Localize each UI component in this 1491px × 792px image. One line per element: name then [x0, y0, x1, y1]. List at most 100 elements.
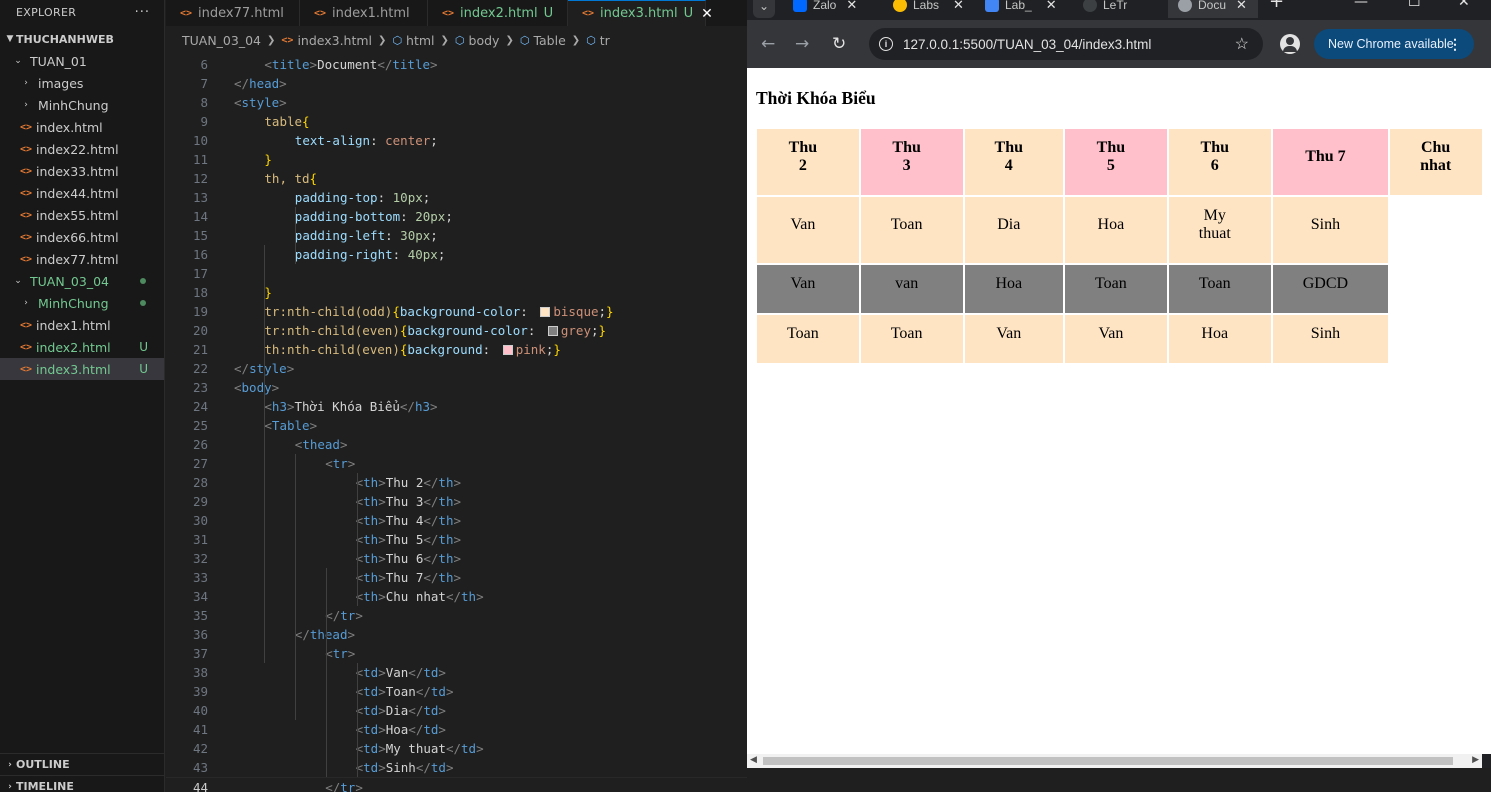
code-line[interactable]: 17: [166, 264, 747, 283]
workspace-root[interactable]: ▼ THUCHANHWEB: [0, 28, 164, 50]
code-line[interactable]: 33 <th>Thu 7</th>: [166, 568, 747, 587]
code-line[interactable]: 34 <th>Chu nhat</th>: [166, 587, 747, 606]
code-line[interactable]: 24 <h3>Thời Khóa Biểu</h3>: [166, 397, 747, 416]
site-info-icon[interactable]: i: [879, 37, 893, 51]
code-line[interactable]: 29 <th>Thu 3</th>: [166, 492, 747, 511]
folder-item[interactable]: ⌄ TUAN_03_04: [0, 270, 164, 292]
code-line[interactable]: 19 tr:nth-child(odd){background-color: bi…: [166, 302, 747, 321]
code-line[interactable]: 31 <th>Thu 5</th>: [166, 530, 747, 549]
close-tab-icon[interactable]: ✕: [846, 0, 857, 13]
forward-arrow-icon[interactable]: →: [795, 34, 809, 54]
close-window-icon[interactable]: ✕: [1458, 0, 1470, 10]
code-line[interactable]: 10 text-align: center;: [166, 131, 747, 150]
maximize-icon[interactable]: ☐: [1408, 0, 1421, 10]
scroll-right-icon[interactable]: ▶: [1472, 755, 1479, 765]
tab-search-button[interactable]: ⌄: [753, 0, 775, 18]
code-line[interactable]: 8 <style>: [166, 93, 747, 112]
profile-avatar-icon[interactable]: [1280, 34, 1300, 54]
file-item[interactable]: <> index22.html: [0, 138, 164, 160]
breadcrumb-tr[interactable]: tr: [600, 33, 610, 48]
browser-tab-document[interactable]: Docu ✕: [1168, 0, 1258, 18]
code-line[interactable]: 36 </thead>: [166, 625, 747, 644]
code-line[interactable]: 20 tr:nth-child(even){background-color: g…: [166, 321, 747, 340]
outline-section[interactable]: › OUTLINE: [0, 753, 165, 775]
scroll-left-icon[interactable]: ◀: [750, 755, 757, 765]
tab-index2[interactable]: <> index2.html U: [428, 0, 568, 26]
code-line[interactable]: 12 th, td{: [166, 169, 747, 188]
code-line[interactable]: 16 padding-right: 40px;: [166, 245, 747, 264]
color-swatch[interactable]: [540, 307, 551, 317]
browser-tab-lab[interactable]: Lab_ ✕: [985, 0, 1057, 18]
file-item[interactable]: <> index66.html: [0, 226, 164, 248]
bookmark-star-icon[interactable]: ☆: [1235, 34, 1249, 54]
file-item[interactable]: <> index55.html: [0, 204, 164, 226]
breadcrumb-file[interactable]: index3.html: [297, 33, 372, 48]
code-line[interactable]: 42 <td>My thuat</td>: [166, 739, 747, 758]
reload-icon[interactable]: ↻: [832, 34, 846, 54]
code-line[interactable]: 21 th:nth-child(even){background: pink;}: [166, 340, 747, 359]
file-item[interactable]: <> index77.html: [0, 248, 164, 270]
timeline-section[interactable]: › TIMELINE: [0, 775, 165, 792]
close-tab-icon[interactable]: ✕: [953, 0, 964, 13]
kebab-menu-icon[interactable]: ⋮: [1448, 36, 1462, 53]
file-item[interactable]: <> index2.html U: [0, 336, 164, 358]
vertical-scrollbar[interactable]: [1482, 68, 1491, 754]
color-swatch[interactable]: [547, 326, 558, 336]
breadcrumb-table[interactable]: Table: [533, 33, 565, 48]
minimize-icon[interactable]: —: [1354, 0, 1368, 10]
file-item[interactable]: <> index3.html U: [0, 358, 164, 380]
close-tab-icon[interactable]: ✕: [701, 6, 713, 22]
breadcrumb-html[interactable]: html: [406, 33, 434, 48]
folder-item[interactable]: › images: [0, 72, 164, 94]
folder-item[interactable]: › MinhChung: [0, 292, 164, 314]
tab-index3[interactable]: <> index3.html U ✕: [568, 0, 713, 26]
code-line[interactable]: 35 </tr>: [166, 606, 747, 625]
back-arrow-icon[interactable]: ←: [761, 34, 775, 54]
horizontal-scrollbar[interactable]: ◀ ▶: [747, 754, 1482, 768]
close-tab-icon[interactable]: ✕: [1046, 0, 1057, 13]
tab-index1[interactable]: <> index1.html: [300, 0, 428, 26]
code-line[interactable]: 11}: [166, 150, 747, 169]
code-line[interactable]: 38 <td>Van</td>: [166, 663, 747, 682]
browser-tab-zalo[interactable]: Zalo ✕: [793, 0, 857, 18]
tab-index77[interactable]: <> index77.html: [166, 0, 300, 26]
url-text[interactable]: 127.0.0.1:5500/TUAN_03_04/index3.html: [903, 37, 1151, 52]
file-item[interactable]: <> index.html: [0, 116, 164, 138]
code-line[interactable]: 13 padding-top: 10px;: [166, 188, 747, 207]
code-line[interactable]: 40 <td>Dia</td>: [166, 701, 747, 720]
code-line[interactable]: 9 table{: [166, 112, 747, 131]
code-line[interactable]: 28 <th>Thu 2</th>: [166, 473, 747, 492]
file-item[interactable]: <> index44.html: [0, 182, 164, 204]
browser-tab-letr[interactable]: LeTr: [1083, 0, 1127, 18]
file-item[interactable]: <> index33.html: [0, 160, 164, 182]
code-line[interactable]: 27 <tr>: [166, 454, 747, 473]
code-line[interactable]: 41 <td>Hoa</td>: [166, 720, 747, 739]
code-line[interactable]: 25 <Table>: [166, 416, 747, 435]
code-line[interactable]: 43 <td>Sinh</td>: [166, 758, 747, 777]
code-editor[interactable]: 6 <title>Document</title> 7 </head> 8 <style>…: [166, 55, 747, 792]
code-line[interactable]: 30 <th>Thu 4</th>: [166, 511, 747, 530]
code-line[interactable]: 44 </tr>: [166, 777, 747, 792]
code-line[interactable]: 6 <title>Document</title>: [166, 55, 747, 74]
code-line[interactable]: 18}: [166, 283, 747, 302]
new-tab-icon[interactable]: +: [1269, 0, 1284, 12]
folder-item[interactable]: ⌄ TUAN_01: [0, 50, 164, 72]
file-item[interactable]: <> index1.html: [0, 314, 164, 336]
breadcrumb-body[interactable]: body: [469, 33, 500, 48]
address-bar[interactable]: i 127.0.0.1:5500/TUAN_03_04/index3.html …: [869, 28, 1263, 60]
browser-tab-labs[interactable]: Labs ✕: [893, 0, 964, 18]
color-swatch[interactable]: [502, 345, 513, 355]
code-line[interactable]: 22 </style>: [166, 359, 747, 378]
code-line[interactable]: 26 <thead>: [166, 435, 747, 454]
code-line[interactable]: 7 </head>: [166, 74, 747, 93]
close-tab-icon[interactable]: ✕: [1236, 0, 1247, 13]
code-line[interactable]: 37 <tr>: [166, 644, 747, 663]
breadcrumb-folder[interactable]: TUAN_03_04: [182, 33, 261, 48]
code-line[interactable]: 32 <th>Thu 6</th>: [166, 549, 747, 568]
code-line[interactable]: 15 padding-left: 30px;: [166, 226, 747, 245]
code-line[interactable]: 23 <body>: [166, 378, 747, 397]
code-line[interactable]: 39 <td>Toan</td>: [166, 682, 747, 701]
code-line[interactable]: 14 padding-bottom: 20px;: [166, 207, 747, 226]
more-actions-icon[interactable]: ···: [135, 5, 150, 20]
folder-item[interactable]: › MinhChung: [0, 94, 164, 116]
